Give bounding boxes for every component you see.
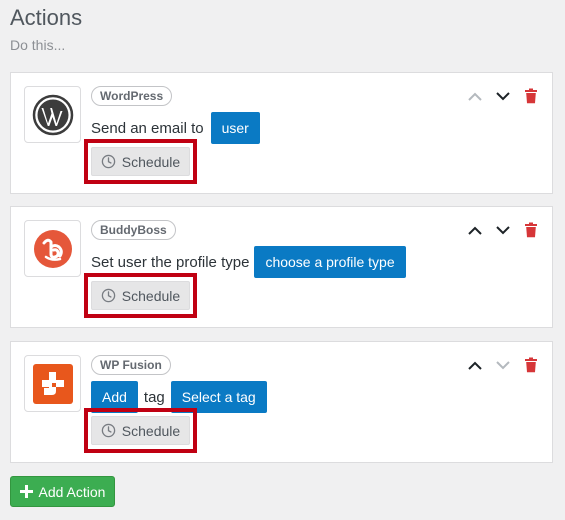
- sentence-text: Set user the profile type: [91, 253, 250, 271]
- integration-logo: [24, 355, 81, 412]
- move-up-button[interactable]: [466, 356, 484, 374]
- action-card-wordpress: WordPress Send an email to user Schedule: [10, 72, 553, 194]
- schedule-highlight: Schedule: [84, 139, 197, 184]
- action-card-buddyboss: BuddyBoss Set user the profile type choo…: [10, 206, 553, 328]
- chevron-up-icon: [468, 226, 482, 235]
- schedule-button[interactable]: Schedule: [91, 147, 190, 176]
- schedule-label: Schedule: [121, 287, 181, 304]
- sentence-text: Send an email to: [91, 119, 204, 137]
- chevron-down-icon: [496, 226, 510, 235]
- schedule-highlight: Schedule: [84, 273, 197, 318]
- trash-icon: [525, 222, 537, 238]
- clock-icon: [101, 288, 116, 303]
- sentence-text: tag: [143, 388, 165, 406]
- plus-icon: [19, 485, 33, 498]
- chevron-up-icon: [468, 92, 482, 101]
- profile-type-token-button[interactable]: choose a profile type: [254, 246, 406, 278]
- schedule-button[interactable]: Schedule: [91, 281, 190, 310]
- user-token-button[interactable]: user: [210, 112, 260, 144]
- delete-action-button[interactable]: [522, 356, 540, 374]
- chevron-down-icon: [496, 92, 510, 101]
- schedule-label: Schedule: [121, 422, 181, 439]
- integration-badge: WP Fusion: [91, 355, 171, 375]
- schedule-button[interactable]: Schedule: [91, 416, 190, 445]
- delete-action-button[interactable]: [522, 87, 540, 105]
- trash-icon: [525, 357, 537, 373]
- action-controls: [466, 356, 540, 374]
- move-down-button[interactable]: [494, 356, 512, 374]
- clock-icon: [101, 423, 116, 438]
- move-up-button[interactable]: [466, 221, 484, 239]
- actions-header-title: Actions: [10, 5, 83, 30]
- buddyboss-logo-icon: [33, 229, 72, 268]
- chevron-down-icon: [496, 361, 510, 370]
- wp-fusion-logo-icon: [32, 363, 73, 404]
- wordpress-logo-icon: [32, 94, 73, 135]
- move-up-button[interactable]: [466, 87, 484, 105]
- add-action-button[interactable]: Add Action: [10, 476, 115, 507]
- clock-icon: [101, 154, 116, 169]
- action-controls: [466, 221, 540, 239]
- schedule-highlight: Schedule: [84, 408, 197, 453]
- chevron-up-icon: [468, 361, 482, 370]
- move-down-button[interactable]: [494, 221, 512, 239]
- add-action-label: Add Action: [38, 483, 106, 500]
- trash-icon: [525, 88, 537, 104]
- integration-logo: [24, 86, 81, 143]
- schedule-label: Schedule: [121, 153, 181, 170]
- action-controls: [466, 87, 540, 105]
- actions-header-subtitle: Do this...: [10, 37, 66, 53]
- move-down-button[interactable]: [494, 87, 512, 105]
- integration-logo: [24, 220, 81, 277]
- action-card-wp-fusion: WP Fusion Add tag Select a tag Schedule: [10, 341, 553, 463]
- integration-badge: WordPress: [91, 86, 173, 106]
- integration-badge: BuddyBoss: [91, 220, 176, 240]
- delete-action-button[interactable]: [522, 221, 540, 239]
